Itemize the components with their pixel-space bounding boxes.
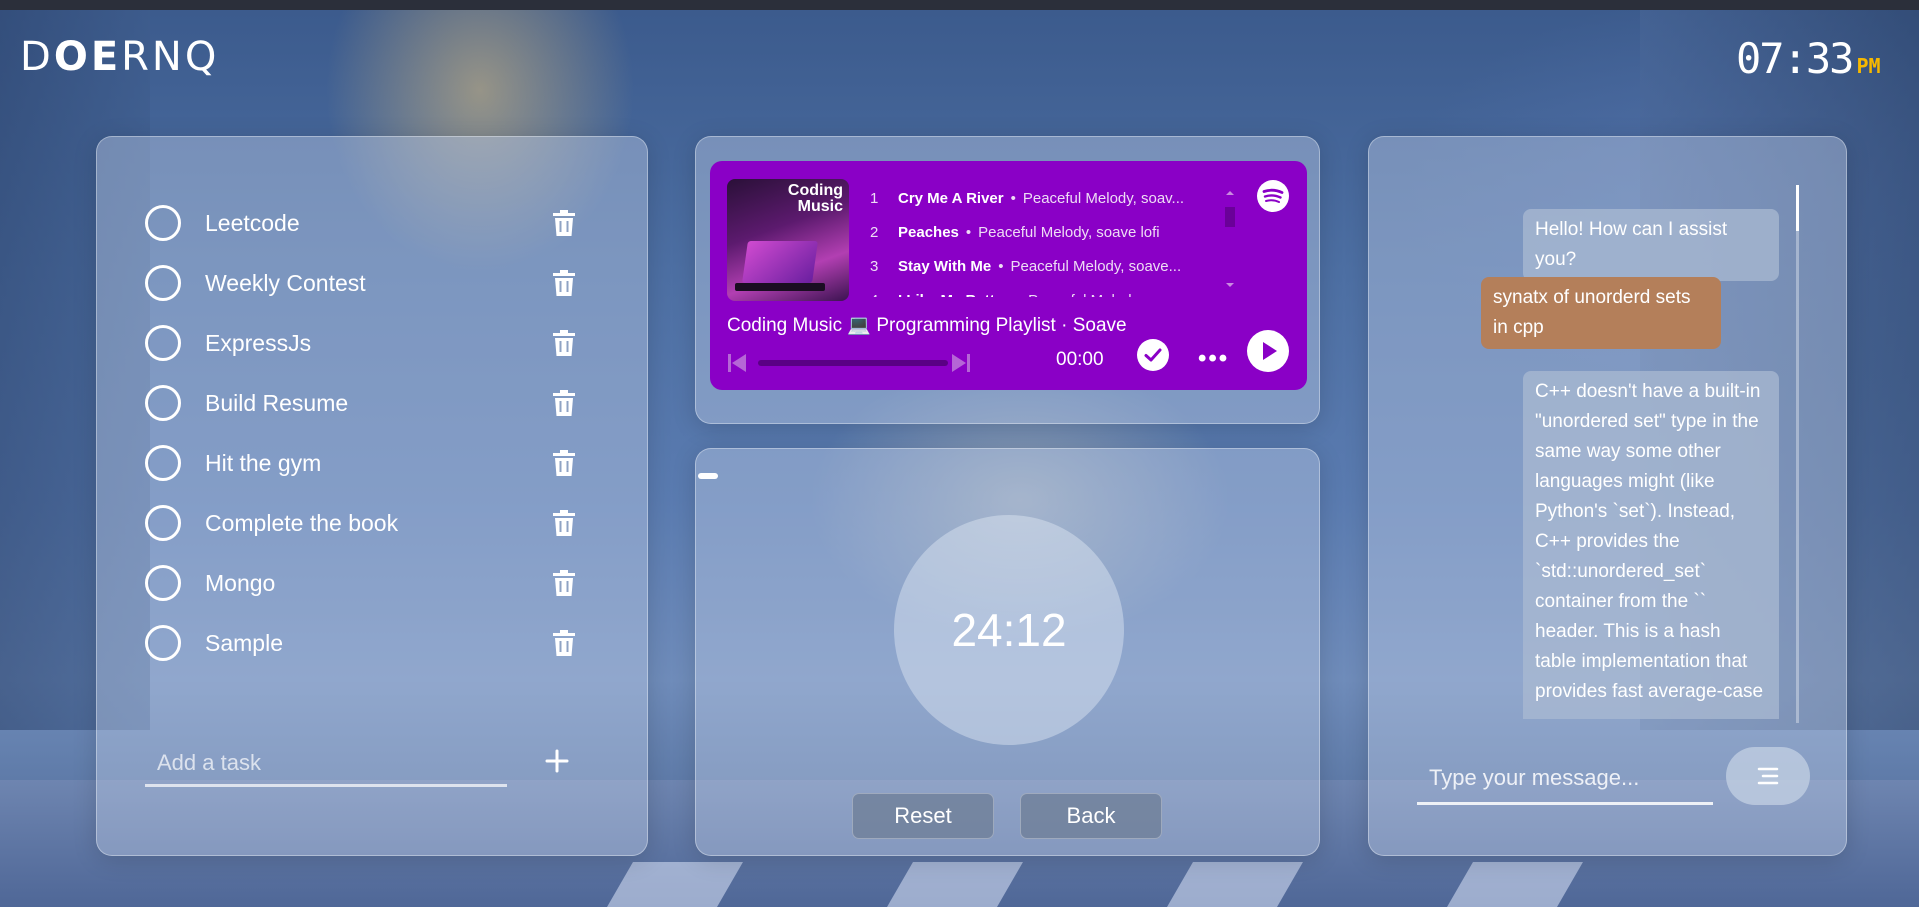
- play-icon[interactable]: [1246, 329, 1290, 373]
- task-item[interactable]: Complete the book: [145, 503, 577, 543]
- task-label: Complete the book: [205, 509, 399, 536]
- playback-progress-bar[interactable]: [758, 360, 948, 366]
- send-button[interactable]: [1726, 747, 1810, 805]
- track-title: Stay With Me: [898, 257, 992, 275]
- track-artist: Peaceful Melody, soav...: [1022, 189, 1185, 207]
- saved-check-icon[interactable]: [1136, 338, 1170, 372]
- chat-panel: Hello! How can I assist you? synatx of u…: [1368, 136, 1847, 856]
- pomodoro-panel: 24:12 Reset Back: [695, 448, 1320, 856]
- chat-message-bot: C++ doesn't have a built-in "unordered s…: [1523, 371, 1779, 719]
- road-stripe: [1447, 862, 1583, 907]
- timer-handle[interactable]: [698, 473, 718, 479]
- track-separator: •: [1010, 189, 1016, 207]
- track-separator: •: [965, 223, 972, 241]
- task-item[interactable]: Weekly Contest: [145, 263, 577, 303]
- previous-track-icon[interactable]: [726, 350, 748, 376]
- track-row[interactable]: 2 Peaches • Peaceful Melody, soave lofi: [870, 221, 1160, 243]
- back-button[interactable]: Back: [1020, 793, 1162, 839]
- chat-message-user: synatx of unorderd sets in cpp: [1481, 277, 1721, 349]
- task-checkbox[interactable]: [145, 265, 181, 301]
- trash-icon[interactable]: [551, 629, 577, 657]
- road-stripe: [607, 862, 743, 907]
- app-logo: DOERNQ: [20, 34, 220, 80]
- track-title: Cry Me A River: [898, 189, 1004, 207]
- chat-scrollbar-thumb[interactable]: [1796, 185, 1799, 231]
- task-item[interactable]: ExpressJs: [145, 323, 577, 363]
- trash-icon[interactable]: [551, 449, 577, 477]
- track-separator: •: [998, 257, 1004, 275]
- task-label: Leetcode: [205, 209, 300, 236]
- track-number: 2: [870, 223, 879, 241]
- task-checkbox[interactable]: [145, 505, 181, 541]
- laptop-base: [735, 283, 825, 291]
- task-item[interactable]: Sample: [145, 623, 577, 663]
- track-title: Peaches: [898, 223, 959, 241]
- track-number: 3: [870, 257, 879, 275]
- spotify-icon[interactable]: [1256, 179, 1290, 213]
- track-artist: Peaceful Melody, soave...: [1010, 257, 1182, 275]
- next-track-icon[interactable]: [950, 350, 972, 376]
- task-item[interactable]: Leetcode: [145, 203, 577, 243]
- task-label: ExpressJs: [205, 329, 312, 356]
- track-artist: Peaceful Melody, soa...: [1028, 292, 1183, 298]
- music-panel: Coding Music 1 Cry Me A River • Peaceful Mel…: [695, 136, 1320, 424]
- track-number: 4: [870, 292, 898, 298]
- cover-title: Coding Music: [787, 182, 843, 215]
- track-number: 1: [870, 189, 879, 207]
- add-task-field[interactable]: [145, 741, 507, 787]
- track-list: 1 Cry Me A River • Peaceful Melody, soav...…: [870, 181, 1215, 298]
- task-item[interactable]: Hit the gym: [145, 443, 577, 483]
- track-row[interactable]: 1 Cry Me A River • Peaceful Melody, soav...: [870, 187, 1184, 209]
- task-checkbox[interactable]: [145, 205, 181, 241]
- track-artist: Peaceful Melody, soave lofi: [978, 223, 1160, 241]
- task-checkbox[interactable]: [145, 445, 181, 481]
- laptop-illustration: [742, 241, 818, 283]
- track-row[interactable]: 3 Stay With Me • Peaceful Melody, soave...: [870, 255, 1181, 277]
- track-row[interactable]: 4I Like Me Better • Peaceful Melody, soa..…: [870, 289, 1183, 298]
- reset-button[interactable]: Reset: [852, 793, 994, 839]
- task-checkbox[interactable]: [145, 385, 181, 421]
- chat-input[interactable]: [1417, 753, 1713, 802]
- tracklist-scrollbar[interactable]: [1222, 189, 1238, 289]
- clock-ampm: PM: [1856, 54, 1881, 78]
- plus-icon[interactable]: [543, 747, 571, 775]
- task-item[interactable]: Build Resume: [145, 383, 577, 423]
- trash-icon[interactable]: [551, 269, 577, 297]
- trash-icon[interactable]: [551, 509, 577, 537]
- track-title: I Like Me Better: [898, 292, 1009, 298]
- spotify-player: Coding Music 1 Cry Me A River • Peaceful Mel…: [710, 161, 1307, 390]
- todo-panel: Leetcode Weekly Contest ExpressJs Build Res…: [96, 136, 648, 856]
- clock: 07:33 PM: [1736, 34, 1881, 83]
- task-label: Mongo: [205, 569, 276, 596]
- chat-messages: Hello! How can I assist you? synatx of u…: [1409, 177, 1789, 719]
- trash-icon[interactable]: [551, 569, 577, 597]
- menu-lines-icon: [1757, 767, 1779, 785]
- track-separator: •: [1016, 292, 1021, 298]
- more-options-icon[interactable]: •••: [1198, 345, 1229, 373]
- now-playing-title[interactable]: Coding Music 💻 Programming Playlist · So…: [727, 313, 1127, 337]
- task-label: Build Resume: [205, 389, 349, 416]
- task-checkbox[interactable]: [145, 565, 181, 601]
- road-stripe: [1167, 862, 1303, 907]
- task-label: Weekly Contest: [205, 269, 366, 296]
- add-task-input[interactable]: [145, 741, 507, 784]
- clock-time: 07:33: [1736, 34, 1854, 83]
- task-item[interactable]: Mongo: [145, 563, 577, 603]
- trash-icon[interactable]: [551, 209, 577, 237]
- task-label: Sample: [205, 629, 283, 656]
- timer-display: 24:12: [951, 604, 1067, 656]
- chat-input-field[interactable]: [1417, 753, 1713, 805]
- playlist-cover[interactable]: Coding Music: [727, 179, 849, 301]
- task-label: Hit the gym: [205, 449, 322, 476]
- task-checkbox[interactable]: [145, 325, 181, 361]
- window-top-bar: [0, 0, 1919, 10]
- timer-dial: 24:12: [894, 515, 1124, 745]
- playback-time: 00:00: [1056, 349, 1104, 370]
- trash-icon[interactable]: [551, 329, 577, 357]
- trash-icon[interactable]: [551, 389, 577, 417]
- task-checkbox[interactable]: [145, 625, 181, 661]
- road-stripe: [887, 862, 1023, 907]
- chat-message-bot: Hello! How can I assist you?: [1523, 209, 1779, 281]
- chat-scrollbar-track[interactable]: [1796, 185, 1799, 723]
